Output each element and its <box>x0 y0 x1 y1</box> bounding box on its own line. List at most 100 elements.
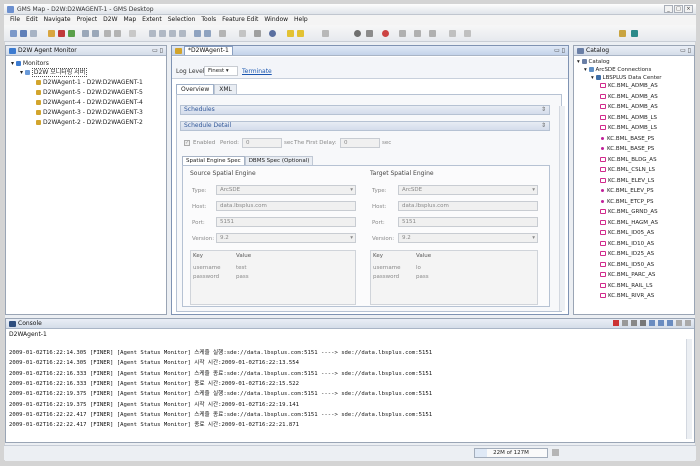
catalog-layer-item[interactable]: KC.BML_BASE_PS <box>600 136 654 143</box>
catalog-layer-item[interactable]: KC.BML_ADMB_LS <box>600 125 657 132</box>
target-row-value[interactable]: pass <box>416 273 429 281</box>
period-field[interactable]: 0 <box>242 138 282 148</box>
menu-feature-edit[interactable]: Feature Edit <box>219 15 261 25</box>
link-icon[interactable] <box>92 30 99 37</box>
tab-overview[interactable]: Overview <box>176 84 215 94</box>
first-delay-field[interactable]: 0 <box>340 138 380 148</box>
pan-icon[interactable] <box>194 30 201 37</box>
zoom-box-icon[interactable] <box>169 30 176 37</box>
menu-map[interactable]: Map <box>121 15 140 25</box>
tree-agent-3[interactable]: D2WAgent-3 - D2W:D2WAGENT-3 <box>36 109 143 117</box>
check-icon[interactable] <box>366 30 373 37</box>
identify-icon[interactable] <box>254 30 261 37</box>
target-port-field[interactable]: 5151 <box>398 217 538 227</box>
connect-icon[interactable] <box>58 30 65 37</box>
target-row-key[interactable]: username <box>373 264 401 272</box>
maximize-button[interactable]: □ <box>674 5 683 13</box>
menu-project[interactable]: Project <box>74 15 101 25</box>
pin-icon[interactable] <box>649 320 655 326</box>
catalog-layer-item[interactable]: KC.BML_ETCP_PS <box>600 199 653 206</box>
tree-root-monitors[interactable]: ▾ Monitors <box>11 60 49 68</box>
menu-help[interactable]: Help <box>291 15 311 25</box>
menu-navigate[interactable]: Navigate <box>41 15 74 25</box>
catalog-layer-item[interactable]: KC.BML_ADMB_AS <box>600 93 658 101</box>
target-host-field[interactable]: data.lbsplus.com <box>398 201 538 211</box>
agent-monitor-tab[interactable]: D2W Agent Monitor ▭ ▯ <box>6 46 166 56</box>
enabled-checkbox[interactable]: ✓ <box>184 140 190 146</box>
catalog-layer-item[interactable]: KC.BML_BASE_PS <box>600 146 654 153</box>
source-row-key[interactable]: password <box>193 273 219 281</box>
source-row-value[interactable]: test <box>236 264 247 272</box>
source-version-select[interactable]: 9.2 ▾ <box>216 233 356 243</box>
catalog-layer-item[interactable]: KC.BML_PARC_AS <box>600 272 655 279</box>
catalog-layer-item[interactable]: KC.BML_ADMB_LS <box>600 114 657 122</box>
menu-extent[interactable]: Extent <box>139 15 165 25</box>
edit-icon[interactable] <box>82 30 89 37</box>
clear-icon[interactable] <box>631 320 637 326</box>
nav-back-icon[interactable] <box>449 30 456 37</box>
hand-icon[interactable] <box>204 30 211 37</box>
menu-edit[interactable]: Edit <box>23 15 41 25</box>
close-button[interactable]: × <box>684 5 693 13</box>
panel-minimize-icon[interactable]: ▭ ▯ <box>152 47 163 55</box>
catalog-tab[interactable]: Catalog ▭ ▯ <box>574 46 694 56</box>
terminate-icon[interactable] <box>613 320 619 326</box>
schedule-detail-header[interactable]: Schedule Detail ⇕ <box>180 121 550 131</box>
tree-group[interactable]: ▾ D2W 모니터링 서버 <box>20 68 88 77</box>
new-icon[interactable] <box>10 30 17 37</box>
schedules-section-header[interactable]: Schedules ⇕ <box>180 105 550 115</box>
catalog-layer-item[interactable]: KC.BML_ID05_AS <box>600 230 654 237</box>
perspective-icon[interactable] <box>619 30 626 37</box>
collapse-icon[interactable]: ⇕ <box>541 122 546 130</box>
catalog-layer-item[interactable]: KC.BML_ID25_AS <box>600 251 654 258</box>
target-version-select[interactable]: 9.2 ▾ <box>398 233 538 243</box>
menu-tools[interactable]: Tools <box>198 15 219 25</box>
scroll-lock-icon[interactable] <box>640 320 646 326</box>
zoom-full-icon[interactable] <box>179 30 186 37</box>
grid-icon[interactable] <box>239 30 246 37</box>
tree-agent-1[interactable]: D2WAgent-1 - D2W:D2WAGENT-1 <box>36 79 143 87</box>
console-scrollbar[interactable] <box>686 339 692 439</box>
open-console-icon[interactable] <box>667 320 673 326</box>
minimize-icon[interactable] <box>676 320 682 326</box>
folder-icon[interactable] <box>48 30 55 37</box>
catalog-layer-item[interactable]: KC.BML_GRND_AS <box>600 209 658 216</box>
catalog-layer-item[interactable]: KC.BML_ID50_AS <box>600 261 654 269</box>
tab-xml[interactable]: XML <box>214 84 237 94</box>
zoom-in-icon[interactable] <box>149 30 156 37</box>
source-host-field[interactable]: data.lbsplus.com <box>216 201 356 211</box>
vertex-icon[interactable] <box>414 30 421 37</box>
catalog-layer-item[interactable]: KC.BML_ADMB_AS <box>600 104 658 111</box>
target-type-select[interactable]: ArcSDE ▾ <box>398 185 538 195</box>
menu-selection[interactable]: Selection <box>165 15 199 25</box>
measure-icon[interactable] <box>219 30 226 37</box>
catalog-layer-item[interactable]: KC.BML_CSLN_LS <box>600 167 655 174</box>
collapse-icon[interactable]: ⇕ <box>541 106 546 114</box>
d2w-perspective-icon[interactable] <box>631 30 638 37</box>
source-row-value[interactable]: pass <box>236 273 249 281</box>
catalog-layer-item[interactable]: KC.BML_BLDG_AS <box>600 156 657 164</box>
nav-forward-icon[interactable] <box>464 30 471 37</box>
source-port-field[interactable]: 5151 <box>216 217 356 227</box>
editor-tab[interactable]: *D2WAgent-1 ▭ ▯ <box>172 46 568 56</box>
catalog-layer-item[interactable]: KC.BML_HAGM_AS <box>600 219 658 227</box>
target-row-key[interactable]: password <box>373 273 399 281</box>
menu-d2w[interactable]: D2W <box>100 15 120 25</box>
stop-icon[interactable] <box>382 30 389 37</box>
cut-icon[interactable] <box>104 30 111 37</box>
catalog-minimize-icon[interactable]: ▭ ▯ <box>680 47 691 55</box>
terminate-link[interactable]: Terminate <box>242 68 272 76</box>
save-icon[interactable] <box>20 30 27 37</box>
catalog-layer-item[interactable]: KC.BML_ADMB_AS <box>600 83 658 90</box>
tree-agent-4[interactable]: D2WAgent-4 - D2W:D2WAGENT-4 <box>36 99 143 107</box>
log-level-select[interactable]: Finest ▾ <box>204 66 238 76</box>
menu-window[interactable]: Window <box>261 15 291 25</box>
source-type-select[interactable]: ArcSDE ▾ <box>216 185 356 195</box>
catalog-layer-item[interactable]: KC.BML_RAIL_LS <box>600 282 653 290</box>
zoom-out-icon[interactable] <box>159 30 166 37</box>
menu-file[interactable]: File <box>7 15 23 25</box>
pencil-icon[interactable] <box>399 30 406 37</box>
editor-scrollbar[interactable] <box>559 106 565 311</box>
forward-arrow-icon[interactable] <box>297 30 304 37</box>
extent-icon[interactable] <box>322 30 329 37</box>
